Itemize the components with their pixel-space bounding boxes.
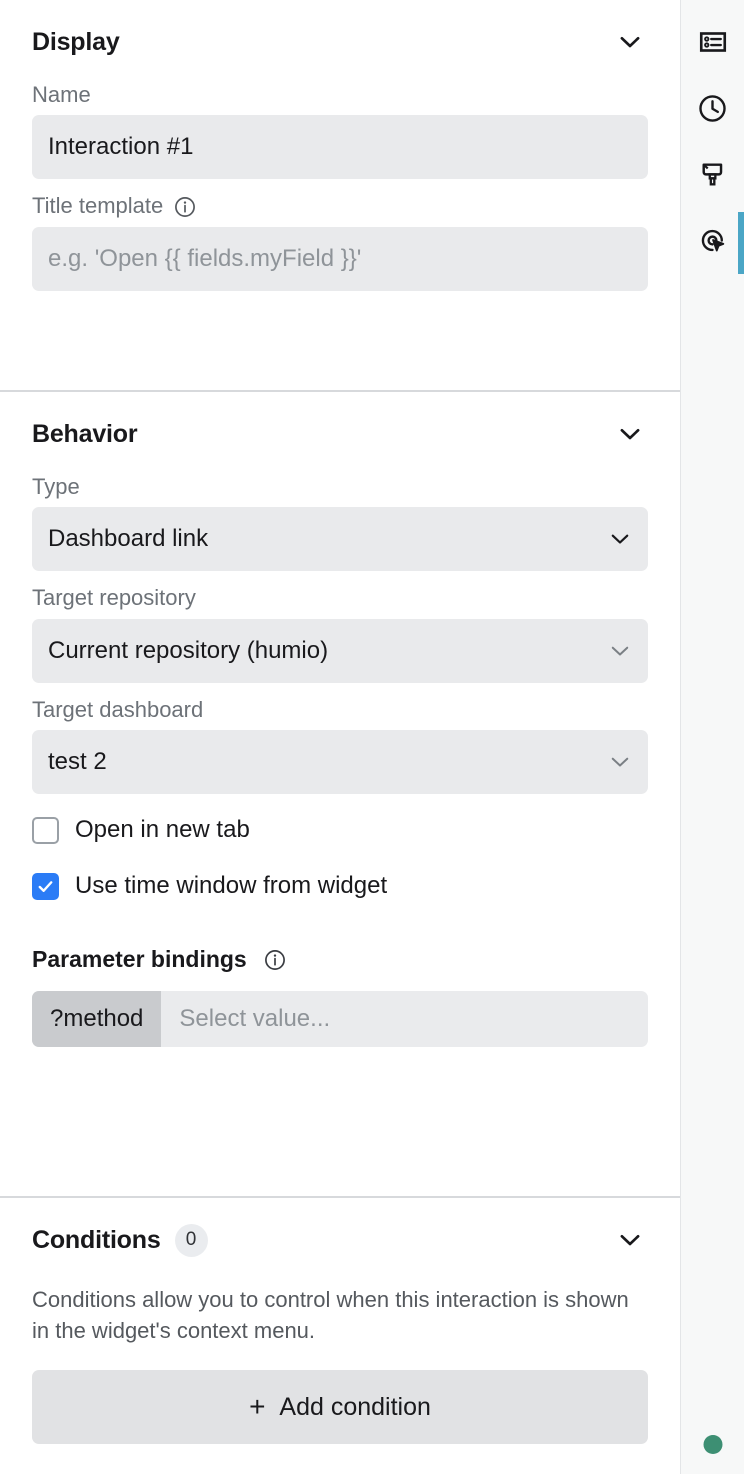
chevron-down-icon: [611, 535, 629, 544]
info-icon[interactable]: [173, 195, 197, 219]
parameter-binding-value-select[interactable]: Select value...: [161, 991, 648, 1047]
conditions-description: Conditions allow you to control when thi…: [32, 1287, 629, 1344]
behavior-section-header: Behavior: [32, 408, 648, 460]
sidebar-item-styling[interactable]: [681, 142, 744, 206]
sidebar-item-widget-settings[interactable]: [681, 10, 744, 74]
info-icon-glyph: [264, 950, 285, 970]
conditions-count-badge: 0: [174, 1223, 208, 1257]
use-time-window-checkbox-row[interactable]: Use time window from widget: [32, 864, 648, 908]
checkmark-icon: [38, 880, 53, 892]
parameter-bindings-label: Parameter bindings: [32, 946, 247, 973]
sidebar-item-time-settings[interactable]: [681, 76, 744, 140]
name-input[interactable]: Interaction #1: [32, 115, 648, 180]
target-repository-field-label: Target repository: [32, 585, 196, 611]
conditions-section-title: Conditions: [32, 1225, 161, 1254]
chevron-down-icon: [620, 428, 640, 440]
title-template-field-label: Title template: [32, 193, 648, 219]
chevron-down-icon: [611, 646, 629, 656]
open-in-new-tab-checkbox-row[interactable]: Open in new tab: [32, 808, 648, 852]
interaction-editor-panel: Display Name Interaction #1 Title templa…: [0, 0, 744, 1474]
target-dashboard-select-value: test 2: [48, 748, 107, 776]
chevron-down-icon: [620, 1234, 640, 1246]
info-icon[interactable]: [263, 948, 287, 972]
behavior-section: Behavior Type Dashboard link Target repo…: [0, 392, 680, 1047]
info-icon-glyph: [175, 196, 196, 217]
parameter-binding-key: ?method: [32, 990, 162, 1047]
cursor-target-icon: [701, 229, 725, 251]
title-template-label-text: Title template: [32, 193, 164, 219]
display-section: Display Name Interaction #1 Title templa…: [0, 0, 680, 291]
name-field-label: Name: [32, 82, 91, 107]
paintbrush-icon: [702, 162, 723, 185]
target-dashboard-field-label: Target dashboard: [32, 696, 204, 722]
add-condition-button[interactable]: + Add condition: [32, 1370, 648, 1445]
conditions-collapse-toggle[interactable]: [612, 1222, 648, 1258]
open-in-new-tab-label: Open in new tab: [75, 816, 250, 844]
conditions-section: Conditions 0 Conditions allow you to con…: [0, 1198, 680, 1445]
right-rail: [680, 0, 744, 1474]
parameter-bindings-label-row: Parameter bindings: [32, 946, 648, 974]
use-time-window-label: Use time window from widget: [75, 872, 388, 900]
use-time-window-checkbox[interactable]: [32, 872, 59, 900]
chevron-down-icon: [611, 757, 629, 767]
title-template-input[interactable]: e.g. 'Open {{ fields.myField }}': [32, 226, 648, 291]
connected-status-dot: [703, 1435, 722, 1454]
settings-panel: Display Name Interaction #1 Title templa…: [0, 0, 680, 1474]
display-collapse-toggle[interactable]: [612, 24, 648, 60]
chevron-down-icon: [620, 36, 640, 48]
open-in-new-tab-checkbox[interactable]: [32, 816, 59, 844]
active-indicator: [737, 212, 744, 274]
list-form-icon: [699, 32, 726, 52]
target-repository-select-value: Current repository (humio): [48, 636, 329, 664]
target-dashboard-select[interactable]: test 2: [32, 730, 648, 795]
behavior-collapse-toggle[interactable]: [612, 416, 648, 452]
conditions-section-header: Conditions 0: [32, 1214, 648, 1266]
plus-icon: +: [249, 1391, 266, 1423]
type-select-value: Dashboard link: [48, 525, 209, 553]
sidebar-item-interactions[interactable]: [681, 208, 744, 274]
display-section-title: Display: [32, 27, 120, 56]
target-repository-select[interactable]: Current repository (humio): [32, 618, 648, 683]
display-section-header: Display: [32, 16, 648, 68]
clock-icon: [699, 94, 726, 122]
type-field-label: Type: [32, 474, 80, 499]
type-select[interactable]: Dashboard link: [32, 507, 648, 572]
behavior-section-title: Behavior: [32, 419, 138, 448]
add-condition-button-label: Add condition: [279, 1392, 431, 1421]
parameter-binding-row: ?method Select value...: [32, 990, 648, 1047]
